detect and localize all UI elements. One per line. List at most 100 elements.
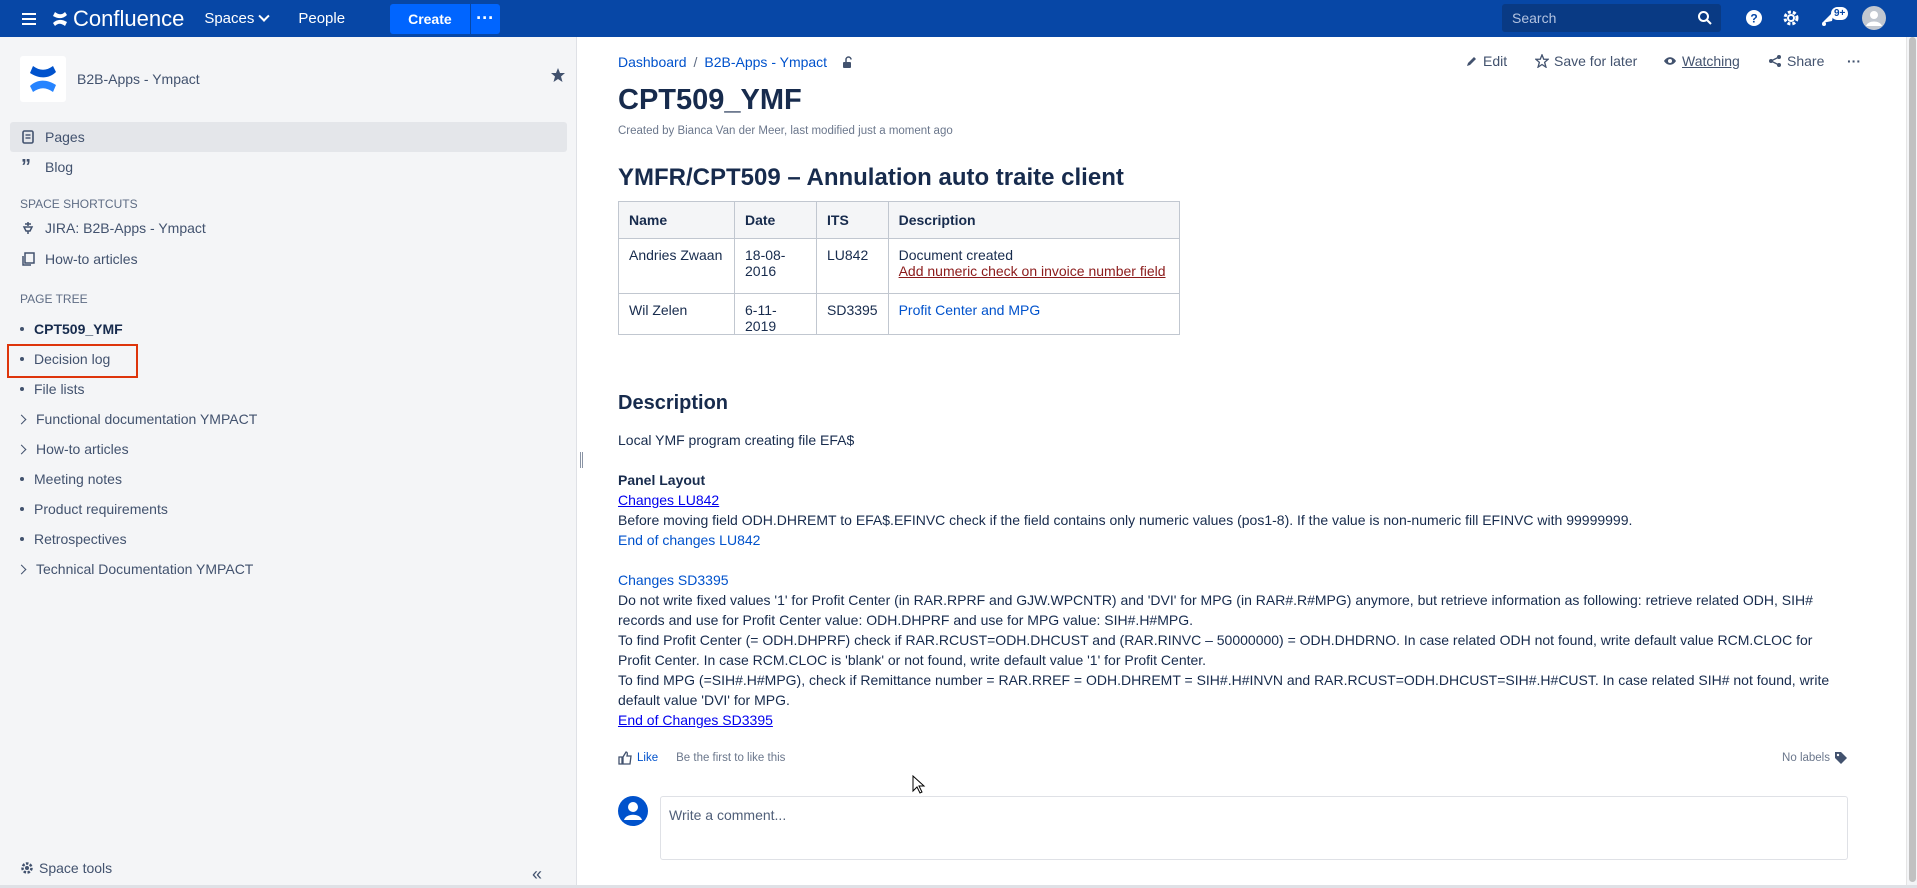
be-first-text: Be the first to like this [676,752,786,764]
tree-item-technical-documentation[interactable]: Technical Documentation YMPACT [16,561,253,577]
lu842-text: Before moving field ODH.DHREMT to EFA$.E… [618,512,1633,528]
space-tools-button[interactable]: Space tools [20,860,112,876]
spaces-menu[interactable]: Spaces [204,10,271,27]
notifications-badge: 9+ [1831,7,1849,20]
tag-icon [1835,752,1847,764]
save-for-later-button[interactable]: Save for later [1535,53,1637,69]
create-more-button[interactable]: ··· [469,3,500,34]
collapse-sidebar-icon[interactable]: « [532,864,542,885]
numeric-check-link[interactable]: Add numeric check on invoice number fiel… [899,263,1166,279]
table-header-row: Name Date ITS Description [618,201,1180,239]
page-scrollbar[interactable] [1906,37,1917,888]
shortcut-jira[interactable]: JIRA: B2B-Apps - Ympact [21,220,206,236]
bullet-icon [20,537,24,541]
confluence-logo-text: Confluence [73,5,185,31]
tree-item-retrospectives[interactable]: Retrospectives [20,531,127,547]
space-name: B2B-Apps - Ympact [77,71,200,87]
like-button[interactable]: Like [637,752,658,764]
gear-icon[interactable] [1781,8,1801,28]
end-lu842-link[interactable]: End of changes LU842 [618,532,760,548]
sidebar-item-blog[interactable]: ” Blog [10,152,567,182]
sd3395-paragraph-3: To find MPG (=SIH#.H#MPG), check if Remi… [618,672,1830,708]
user-avatar-icon[interactable] [1862,6,1886,30]
space-shortcuts-heading: SPACE SHORTCUTS [20,197,138,211]
top-navigation: Confluence Spaces People Create ··· Sear… [0,0,1917,37]
watching-button[interactable]: Watching [1663,53,1740,69]
edit-button[interactable]: Edit [1465,53,1507,69]
menu-icon[interactable] [22,12,36,25]
tree-item-product-requirements[interactable]: Product requirements [20,501,168,517]
share-button[interactable]: Share [1768,53,1824,69]
description-heading: Description [618,392,729,414]
table-row: Wil Zelen 6-11-2019 SD3395 Profit Center… [618,293,1180,335]
panel-layout-label: Panel Layout [618,472,706,488]
chevron-right-icon[interactable] [16,444,27,454]
pencil-icon [1467,56,1476,66]
bullet-icon [20,507,24,511]
star-icon[interactable] [550,67,566,83]
confluence-logo-icon [53,11,67,26]
history-table: Name Date ITS Description Andries Zwaan … [618,201,1180,335]
eye-icon [1664,57,1676,65]
shortcut-how-to[interactable]: How-to articles [21,251,138,267]
search-input[interactable]: Search [1502,4,1721,32]
sidebar-item-pages[interactable]: Pages [10,122,567,152]
profit-center-link[interactable]: Profit Center and MPG [899,302,1041,318]
tree-item-decision-log[interactable]: Decision log [20,351,110,367]
commenter-avatar [618,796,648,826]
quote-icon: ” [21,156,31,178]
sd3395-paragraph-2: To find Profit Center (= ODH.DHPRF) chec… [618,632,1813,668]
confluence-logo[interactable]: Confluence [51,6,184,32]
end-sd3395-link[interactable]: End of Changes SD3395 [618,712,773,728]
bullet-icon [20,357,24,361]
breadcrumb-dashboard[interactable]: Dashboard [618,54,687,70]
tree-item-file-lists[interactable]: File lists [20,381,85,397]
mouse-cursor-icon [912,775,926,794]
table-row: Andries Zwaan 18-08-2016 LU842 Document … [618,238,1180,294]
content-heading: YMFR/CPT509 – Annulation auto traite cli… [618,164,1124,191]
main-content: Dashboard / B2B-Apps - Ympact Edit Save … [618,37,1898,888]
breadcrumb-space[interactable]: B2B-Apps - Ympact [704,54,827,70]
changes-lu842-link[interactable]: Changes LU842 [618,492,719,508]
like-row: Like Be the first to like this No labels [618,751,1848,765]
svg-text:?: ? [1750,12,1757,26]
col-its: ITS [816,201,889,239]
jira-plug-icon [22,222,34,234]
copy-icon [22,252,35,266]
page-title: CPT509_YMF [618,84,802,116]
page-tree-heading: PAGE TREE [20,292,88,306]
tree-item-meeting-notes[interactable]: Meeting notes [20,471,122,487]
people-link[interactable]: People [298,10,345,27]
breadcrumb: Dashboard / B2B-Apps - Ympact [618,54,854,70]
col-name: Name [618,201,735,239]
star-outline-icon [1535,54,1549,68]
user-icon [624,802,642,820]
more-actions-button[interactable]: ··· [1847,53,1861,69]
page-byline: Created by Bianca Van der Meer, last mod… [618,125,953,137]
sidebar: B2B-Apps - Ympact Pages ” Blog SPACE SHO… [0,37,577,888]
bullet-icon [20,387,24,391]
comment-input[interactable]: Write a comment... [660,796,1848,860]
tree-item-how-to-articles[interactable]: How-to articles [16,441,129,457]
search-icon [1698,11,1712,25]
labels-area[interactable]: No labels [1782,751,1848,765]
chevron-right-icon[interactable] [16,564,27,574]
changes-sd3395-link[interactable]: Changes SD3395 [618,572,729,588]
col-description: Description [887,201,1180,239]
sidebar-resize-handle[interactable] [580,452,583,468]
tree-item-functional-documentation[interactable]: Functional documentation YMPACT [16,411,257,427]
col-date: Date [734,201,817,239]
unlock-icon[interactable] [841,55,854,69]
space-header[interactable]: B2B-Apps - Ympact [20,56,200,102]
chevron-right-icon[interactable] [16,414,27,424]
scrollbar-thumb[interactable] [1909,37,1916,882]
sd3395-paragraph-1: Do not write fixed values '1' for Profit… [618,592,1813,628]
space-logo-icon [20,56,66,102]
thumbs-up-icon[interactable] [618,751,632,765]
description-intro: Local YMF program creating file EFA$ [618,432,855,448]
pages-icon [22,130,34,144]
help-icon[interactable]: ? [1744,8,1764,28]
create-button[interactable]: Create [390,3,470,34]
tree-item-cpt509-ymf[interactable]: CPT509_YMF [20,321,123,337]
share-icon [1769,55,1781,67]
